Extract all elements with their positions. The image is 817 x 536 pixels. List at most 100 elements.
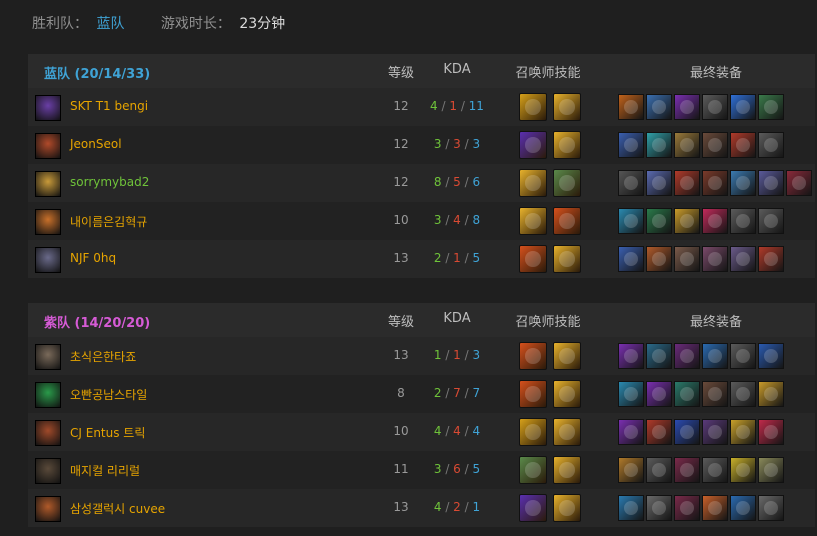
summoner-spell-icon[interactable] — [519, 494, 547, 522]
summoner-spell-icon[interactable] — [553, 494, 581, 522]
summoner-spell-icon[interactable] — [553, 245, 581, 273]
item-icon[interactable] — [758, 170, 784, 196]
item-icon[interactable] — [702, 94, 728, 120]
item-icon[interactable] — [702, 246, 728, 272]
item-icon[interactable] — [674, 94, 700, 120]
item-icon[interactable] — [702, 208, 728, 234]
item-icon[interactable] — [674, 419, 700, 445]
player-name[interactable]: CJ Entus 트릭 — [70, 424, 145, 441]
player-name[interactable]: SKT T1 bengi — [70, 99, 148, 113]
item-icon[interactable] — [646, 419, 672, 445]
summoner-spell-icon[interactable] — [519, 342, 547, 370]
item-icon[interactable] — [730, 457, 756, 483]
player-row[interactable]: 오빤공남스타일 8 2 / 7 / 7 — [28, 375, 815, 413]
item-icon[interactable] — [730, 208, 756, 234]
player-row[interactable]: 초식은한타죠 13 1 / 1 / 3 — [28, 337, 815, 375]
summoner-spell-icon[interactable] — [519, 169, 547, 197]
item-icon[interactable] — [618, 132, 644, 158]
item-icon[interactable] — [758, 343, 784, 369]
summoner-spell-icon[interactable] — [519, 380, 547, 408]
champion-avatar[interactable] — [35, 420, 61, 446]
item-icon[interactable] — [702, 170, 728, 196]
summoner-spell-icon[interactable] — [519, 245, 547, 273]
item-icon[interactable] — [702, 495, 728, 521]
item-icon[interactable] — [646, 208, 672, 234]
item-icon[interactable] — [618, 208, 644, 234]
champion-avatar[interactable] — [35, 171, 61, 197]
summoner-spell-icon[interactable] — [553, 207, 581, 235]
item-icon[interactable] — [646, 132, 672, 158]
player-name[interactable]: JeonSeol — [70, 137, 122, 151]
item-icon[interactable] — [674, 208, 700, 234]
player-row[interactable]: 매지컬 리리럴 11 3 / 6 / 5 — [28, 451, 815, 489]
summoner-spell-icon[interactable] — [519, 93, 547, 121]
item-icon[interactable] — [730, 170, 756, 196]
player-row[interactable]: sorrymybad2 12 8 / 5 / 6 — [28, 164, 815, 202]
item-icon[interactable] — [758, 94, 784, 120]
champion-avatar[interactable] — [35, 344, 61, 370]
item-icon[interactable] — [674, 381, 700, 407]
item-icon[interactable] — [758, 381, 784, 407]
item-icon[interactable] — [758, 132, 784, 158]
summoner-spell-icon[interactable] — [553, 418, 581, 446]
item-icon[interactable] — [730, 94, 756, 120]
item-icon[interactable] — [730, 246, 756, 272]
player-row[interactable]: JeonSeol 12 3 / 3 / 3 — [28, 126, 815, 164]
item-icon[interactable] — [646, 457, 672, 483]
item-icon[interactable] — [618, 381, 644, 407]
item-icon[interactable] — [758, 495, 784, 521]
player-name[interactable]: 내이름은김혁규 — [70, 213, 147, 230]
item-icon[interactable] — [758, 457, 784, 483]
item-icon[interactable] — [674, 132, 700, 158]
item-icon[interactable] — [730, 419, 756, 445]
player-row[interactable]: 내이름은김혁규 10 3 / 4 / 8 — [28, 202, 815, 240]
player-row[interactable]: 삼성갤럭시 cuvee 13 4 / 2 / 1 — [28, 489, 815, 527]
item-icon[interactable] — [702, 132, 728, 158]
item-icon[interactable] — [618, 457, 644, 483]
item-icon[interactable] — [786, 170, 812, 196]
item-icon[interactable] — [674, 343, 700, 369]
summoner-spell-icon[interactable] — [519, 131, 547, 159]
summoner-spell-icon[interactable] — [553, 342, 581, 370]
item-icon[interactable] — [702, 343, 728, 369]
item-icon[interactable] — [674, 495, 700, 521]
champion-avatar[interactable] — [35, 95, 61, 121]
player-name[interactable]: 오빤공남스타일 — [70, 386, 147, 403]
player-row[interactable]: NJF 0hq 13 2 / 1 / 5 — [28, 240, 815, 278]
player-name[interactable]: 초식은한타죠 — [70, 348, 136, 365]
item-icon[interactable] — [702, 457, 728, 483]
champion-avatar[interactable] — [35, 133, 61, 159]
item-icon[interactable] — [646, 170, 672, 196]
champion-avatar[interactable] — [35, 247, 61, 273]
item-icon[interactable] — [618, 94, 644, 120]
summoner-spell-icon[interactable] — [519, 207, 547, 235]
item-icon[interactable] — [618, 419, 644, 445]
item-icon[interactable] — [730, 495, 756, 521]
item-icon[interactable] — [646, 94, 672, 120]
item-icon[interactable] — [618, 246, 644, 272]
champion-avatar[interactable] — [35, 209, 61, 235]
item-icon[interactable] — [618, 495, 644, 521]
item-icon[interactable] — [646, 381, 672, 407]
summoner-spell-icon[interactable] — [553, 131, 581, 159]
summoner-spell-icon[interactable] — [519, 418, 547, 446]
item-icon[interactable] — [646, 246, 672, 272]
item-icon[interactable] — [618, 343, 644, 369]
item-icon[interactable] — [758, 208, 784, 234]
item-icon[interactable] — [702, 381, 728, 407]
item-icon[interactable] — [646, 343, 672, 369]
champion-avatar[interactable] — [35, 382, 61, 408]
item-icon[interactable] — [730, 132, 756, 158]
player-name[interactable]: 삼성갤럭시 cuvee — [70, 500, 165, 517]
item-icon[interactable] — [758, 419, 784, 445]
summoner-spell-icon[interactable] — [553, 380, 581, 408]
item-icon[interactable] — [758, 246, 784, 272]
summoner-spell-icon[interactable] — [553, 169, 581, 197]
player-name[interactable]: 매지컬 리리럴 — [70, 462, 140, 479]
item-icon[interactable] — [646, 495, 672, 521]
item-icon[interactable] — [730, 343, 756, 369]
item-icon[interactable] — [674, 457, 700, 483]
player-name[interactable]: NJF 0hq — [70, 251, 116, 265]
item-icon[interactable] — [730, 381, 756, 407]
player-row[interactable]: SKT T1 bengi 12 4 / 1 / 11 — [28, 88, 815, 126]
